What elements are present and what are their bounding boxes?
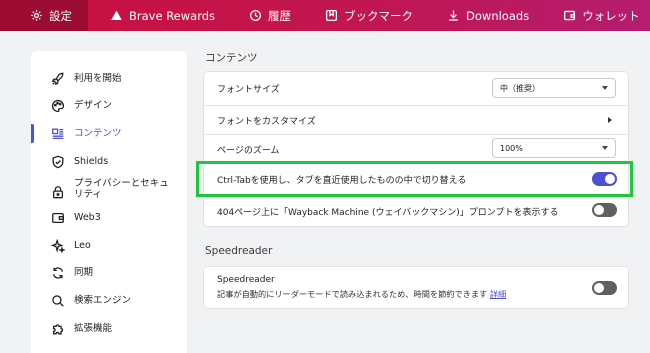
palette-icon xyxy=(51,99,64,112)
sidebar-item-get-started[interactable]: 利用を開始 xyxy=(31,71,187,86)
sync-icon xyxy=(52,266,63,279)
sidebar-item-label: Shields xyxy=(74,156,109,167)
page-zoom-label: ページのズーム xyxy=(217,145,280,156)
download-icon xyxy=(449,10,458,21)
wallet-icon xyxy=(564,10,576,21)
tab-settings[interactable]: 設定 xyxy=(0,0,88,31)
content-icon xyxy=(51,128,63,139)
sidebar-item-label: 検索エンジン xyxy=(74,295,132,306)
sidebar-item-label: Web3 xyxy=(74,212,101,223)
sparkle-icon xyxy=(50,238,65,253)
learn-more-link[interactable]: 詳細 xyxy=(490,289,506,299)
wayback-label: 404ページ上に「Wayback Machine (ウェイバックマシン)」プロン… xyxy=(217,207,559,218)
speedreader-label: Speedreader xyxy=(217,275,275,285)
lock-icon xyxy=(52,186,63,199)
tab-bookmarks-label: ブックマーク xyxy=(344,8,414,23)
settings-sidebar: 利用を開始 デザイン コンテンツ Shields プライバシーとセキュ リティ W… xyxy=(31,51,187,353)
highlight-box xyxy=(196,161,633,197)
section-title-speedreader: Speedreader xyxy=(205,245,273,257)
speedreader-toggle[interactable] xyxy=(592,281,617,295)
sidebar-item-label: プライバシーとセキュ xyxy=(74,178,169,189)
gear-icon xyxy=(31,10,42,21)
sidebar-item-leo[interactable]: Leo xyxy=(31,238,187,253)
tab-history-label: 履歴 xyxy=(268,8,292,23)
top-navigation-bar: 設定 Brave Rewards 履歴 ブックマーク Downloads ウォレ… xyxy=(0,0,650,31)
sidebar-item-label: Leo xyxy=(74,240,91,251)
sidebar-item-privacy[interactable]: プライバシーとセキュ リティ xyxy=(31,178,187,200)
chevron-right-icon xyxy=(608,117,612,123)
font-size-value: 中（推奨） xyxy=(500,83,540,93)
sidebar-item-sync[interactable]: 同期 xyxy=(31,265,187,280)
bookmark-icon xyxy=(326,9,338,22)
tab-brave-rewards-label: Brave Rewards xyxy=(129,8,216,23)
tab-settings-label: 設定 xyxy=(49,8,72,23)
tab-downloads-label: Downloads xyxy=(466,8,530,23)
sidebar-item-extensions[interactable]: 拡張機能 xyxy=(31,321,187,336)
customize-fonts-row[interactable]: フォントをカスタマイズ xyxy=(204,105,628,134)
page-zoom-value: 100% xyxy=(500,143,523,153)
sidebar-item-web3[interactable]: Web3 xyxy=(31,210,187,225)
page-zoom-select[interactable]: 100% xyxy=(492,138,616,158)
content-settings-card: フォントサイズ 中（推奨） フォントをカスタマイズ ページのズーム 100% C… xyxy=(204,72,628,226)
sidebar-item-shields[interactable]: Shields xyxy=(31,154,187,169)
section-title-content: コンテンツ xyxy=(205,52,258,64)
sidebar-item-label: コンテンツ xyxy=(74,128,122,139)
wayback-row: 404ページ上に「Wayback Machine (ウェイバックマシン)」プロン… xyxy=(204,195,628,226)
sidebar-item-label: デザイン xyxy=(74,100,113,111)
sidebar-item-search-engine[interactable]: 検索エンジン xyxy=(31,293,187,308)
speedreader-card: Speedreader 記事が自動的にリーダーモードで読み込まれるため、時間を節… xyxy=(204,267,628,308)
puzzle-icon xyxy=(52,323,63,334)
tab-wallet-label: ウォレット xyxy=(582,8,640,23)
tab-history[interactable]: 履歴 xyxy=(239,0,301,31)
shield-icon xyxy=(52,155,63,168)
rocket-icon xyxy=(51,72,63,85)
sidebar-item-label: 拡張機能 xyxy=(74,323,113,334)
chevron-down-icon xyxy=(602,146,608,150)
font-size-label: フォントサイズ xyxy=(217,85,280,95)
history-icon xyxy=(250,9,262,22)
sidebar-item-label-line2: リティ xyxy=(74,189,102,200)
sidebar-item-label: 同期 xyxy=(74,267,94,278)
tab-wallet[interactable]: ウォレット xyxy=(553,0,650,31)
customize-fonts-label: フォントをカスタマイズ xyxy=(217,116,316,127)
sidebar-item-label: 利用を開始 xyxy=(74,73,122,84)
triangle-icon xyxy=(111,10,122,20)
tab-bookmarks[interactable]: ブックマーク xyxy=(315,0,423,31)
tab-brave-rewards[interactable]: Brave Rewards xyxy=(100,0,225,31)
font-size-select[interactable]: 中（推奨） xyxy=(492,78,616,98)
wallet-icon xyxy=(51,212,64,223)
speedreader-description: 記事が自動的にリーダーモードで読み込まれるため、時間を節約できます xyxy=(217,289,488,299)
sidebar-item-content[interactable]: コンテンツ xyxy=(31,124,187,143)
wayback-toggle[interactable] xyxy=(592,203,617,217)
tab-downloads[interactable]: Downloads xyxy=(437,0,539,31)
sidebar-item-appearance[interactable]: デザイン xyxy=(31,98,187,113)
chevron-down-icon xyxy=(602,86,608,90)
search-icon xyxy=(51,294,64,307)
